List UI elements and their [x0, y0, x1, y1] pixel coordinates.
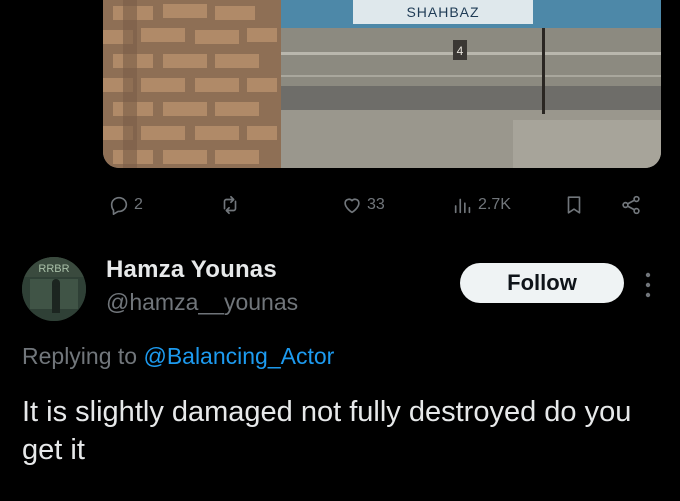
like-action[interactable]: 33	[341, 192, 385, 218]
replying-to-link[interactable]: @Balancing_Actor	[143, 343, 334, 369]
like-count: 33	[367, 196, 385, 213]
follow-button[interactable]: Follow	[460, 263, 624, 303]
bookmark-action[interactable]	[563, 192, 585, 218]
share-action[interactable]	[620, 192, 642, 218]
replying-prefix: Replying to	[22, 343, 138, 369]
views-action[interactable]: 2.7K	[452, 192, 511, 218]
replying-to-line: Replying to @Balancing_Actor	[22, 343, 334, 370]
reply-icon	[110, 196, 128, 215]
more-options-icon	[645, 272, 651, 298]
sign-text: SHAHBAZ	[406, 4, 479, 20]
views-icon	[454, 198, 471, 214]
views-count: 2.7K	[478, 196, 511, 213]
tweet-media-image[interactable]: SHAHBAZ 4	[103, 0, 661, 168]
display-name[interactable]: Hamza Younas	[106, 256, 277, 284]
bookmark-icon	[567, 196, 581, 214]
repost-icon	[223, 195, 237, 215]
tweet-text: It is slightly damaged not fully destroy…	[22, 396, 632, 466]
repost-action[interactable]	[219, 192, 245, 218]
reply-action[interactable]: 2	[108, 192, 143, 218]
user-handle[interactable]: @hamza__younas	[106, 289, 298, 316]
more-options-button[interactable]	[638, 268, 658, 302]
reply-count: 2	[134, 196, 143, 213]
avatar-text: RRBR	[38, 263, 69, 275]
avatar[interactable]: RRBR	[22, 257, 86, 321]
like-icon	[344, 198, 360, 214]
share-icon	[622, 195, 640, 215]
marker-text: 4	[457, 44, 464, 58]
